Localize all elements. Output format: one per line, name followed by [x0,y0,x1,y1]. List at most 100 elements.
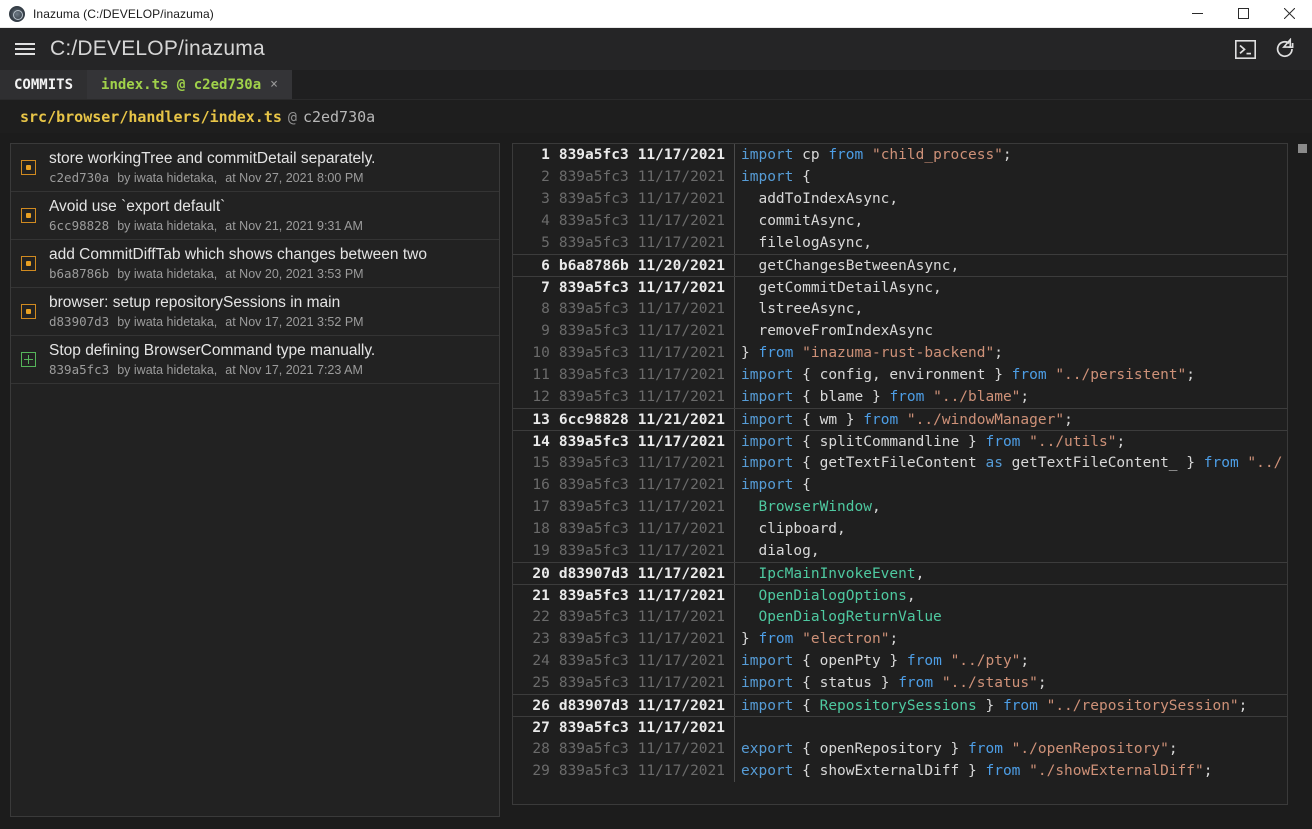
code-line-row[interactable]: 13 6cc98828 11/21/2021 import { wm } from "… [513,408,1287,430]
code-token-id: filelogAsync, [741,235,872,251]
commit-meta: b6a8786b by iwata hidetaka, at Nov 20, 202… [49,265,427,283]
commit-item-text: add CommitDiffTab which shows changes be… [49,245,427,283]
blame-commit-date: 11/17/2021 [637,609,725,625]
commit-list-item[interactable]: store workingTree and commitDetail separ… [11,144,499,192]
code-line-content: IpcMainInvokeEvent, [735,563,1287,584]
code-line-content: import { openPty } from "../pty"; [735,650,1287,672]
commit-meta: c2ed730a by iwata hidetaka, at Nov 27, 202… [49,169,376,187]
code-line-row[interactable]: 14 839a5fc3 11/17/2021 import { splitComman… [513,430,1287,452]
code-line-row[interactable]: 26 d83907d3 11/17/2021 import { RepositoryS… [513,694,1287,716]
code-line-row[interactable]: 19 839a5fc3 11/17/2021 dialog, [513,540,1287,562]
close-icon[interactable] [1266,0,1312,28]
header-actions [1232,36,1302,62]
blame-commit-hash: 839a5fc3 [558,653,629,669]
blame-commit-hash: d83907d3 [558,697,629,714]
blame-commit-date: 11/17/2021 [637,345,725,361]
commit-list[interactable]: store workingTree and commitDetail separ… [10,143,500,817]
code-line-content: import { status } from "../status"; [735,672,1287,694]
code-line-row[interactable]: 1 839a5fc3 11/17/2021 import cp from "child… [513,144,1287,166]
main-content: store workingTree and commitDetail separ… [0,133,1312,829]
commit-summary: Avoid use `export default` [49,197,226,215]
code-line-row[interactable]: 2 839a5fc3 11/17/2021 import { [513,166,1287,188]
minimize-icon[interactable] [1174,0,1220,28]
code-line-row[interactable]: 22 839a5fc3 11/17/2021 OpenDialogReturnVal… [513,606,1287,628]
code-line-row[interactable]: 23 839a5fc3 11/17/2021} from "electron"; [513,628,1287,650]
code-line-row[interactable]: 18 839a5fc3 11/17/2021 clipboard, [513,518,1287,540]
tab-strip-empty-area [292,70,1312,99]
code-token-punct: ; [1116,433,1126,450]
commit-list-item[interactable]: Stop defining BrowserCommand type manual… [11,336,499,384]
code-line-content: OpenDialogOptions, [735,585,1287,606]
blame-gutter: 9 839a5fc3 11/17/2021 [513,320,735,342]
code-line-row[interactable]: 11 839a5fc3 11/17/2021 import { config, env… [513,364,1287,386]
file-path-revision: c2ed730a [302,107,376,126]
line-number: 7 [541,279,550,296]
refresh-icon[interactable] [1272,36,1298,62]
commit-list-item[interactable]: browser: setup repositorySessions in mai… [11,288,499,336]
hamburger-menu-icon[interactable] [12,36,38,62]
line-number: 24 [532,653,550,669]
code-line-row[interactable]: 25 839a5fc3 11/17/2021 import { status } fr… [513,672,1287,694]
code-token-type: IpcMainInvokeEvent [741,565,916,582]
terminal-icon[interactable] [1232,36,1258,62]
code-line-row[interactable]: 15 839a5fc3 11/17/2021 import { getTextFile… [513,452,1287,474]
commit-hash: d83907d3 [49,313,110,329]
code-line-row[interactable]: 12 839a5fc3 11/17/2021 import { blame } fro… [513,386,1287,408]
code-line-content: lstreeAsync, [735,298,1287,320]
blame-gutter: 29 839a5fc3 11/17/2021 [513,760,735,782]
blame-commit-hash: 839a5fc3 [558,631,629,647]
code-token-punct: , [915,565,925,582]
code-token-id: openRepository [819,741,942,757]
code-line-row[interactable]: 28 839a5fc3 11/17/2021 export { openReposit… [513,738,1287,760]
code-line-row[interactable]: 8 839a5fc3 11/17/2021 lstreeAsync, [513,298,1287,320]
code-token-str: "../blame" [933,389,1021,405]
blame-commit-hash: 839a5fc3 [558,213,629,229]
code-token-punct: { [793,653,820,669]
blame-commit-date: 11/17/2021 [637,191,725,207]
code-line-row[interactable]: 9 839a5fc3 11/17/2021 removeFromIndexAsync [513,320,1287,342]
blame-commit-hash: 839a5fc3 [558,433,629,450]
blame-gutter: 7 839a5fc3 11/17/2021 [513,277,735,298]
code-line-row[interactable]: 27 839a5fc3 11/17/2021 [513,716,1287,738]
commit-hash: 6cc98828 [49,217,110,233]
code-line-row[interactable]: 5 839a5fc3 11/17/2021 filelogAsync, [513,232,1287,254]
code-token-punct [933,675,942,691]
code-line-row[interactable]: 16 839a5fc3 11/17/2021 import { [513,474,1287,496]
code-line-row[interactable]: 17 839a5fc3 11/17/2021 BrowserWindow, [513,496,1287,518]
tab-close-icon[interactable]: × [270,77,278,92]
code-line-row[interactable]: 29 839a5fc3 11/17/2021 export { showExterna… [513,760,1287,782]
commit-list-item[interactable]: add CommitDiffTab which shows changes be… [11,240,499,288]
code-scrollbar-thumb[interactable] [1298,144,1307,153]
line-number: 8 [541,301,550,317]
tab-commits[interactable]: COMMITS [0,70,88,99]
line-number: 17 [532,499,550,515]
blame-gutter: 2 839a5fc3 11/17/2021 [513,166,735,188]
commit-list-item[interactable]: Avoid use `export default` 6cc98828 by iwa… [11,192,499,240]
code-line-row[interactable]: 4 839a5fc3 11/17/2021 commitAsync, [513,210,1287,232]
maximize-icon[interactable] [1220,0,1266,28]
tab-file-index-ts[interactable]: index.ts @ c2ed730a × [87,70,292,99]
code-line-row[interactable]: 24 839a5fc3 11/17/2021 import { openPty } f… [513,650,1287,672]
code-line-row[interactable]: 6 b6a8786b 11/20/2021 getChangesBetweenAsy… [513,254,1287,276]
code-token-punct [1020,434,1029,450]
blame-commit-date: 11/17/2021 [637,477,725,493]
commit-date: at Nov 17, 2021 7:23 AM [225,362,363,377]
code-line-row[interactable]: 3 839a5fc3 11/17/2021 addToIndexAsync, [513,188,1287,210]
code-line-row[interactable]: 20 d83907d3 11/17/2021 IpcMainInvokeEvent, [513,562,1287,584]
code-vertical-scrollbar[interactable] [1297,143,1308,805]
commit-item-text: Stop defining BrowserCommand type manual… [49,341,375,379]
blame-gutter: 1 839a5fc3 11/17/2021 [513,144,735,166]
code-line-row[interactable]: 21 839a5fc3 11/17/2021 OpenDialogOptions, [513,584,1287,606]
blame-gutter: 22 839a5fc3 11/17/2021 [513,606,735,628]
code-line-row[interactable]: 7 839a5fc3 11/17/2021 getCommitDetailAsync… [513,276,1287,298]
blame-commit-hash: 839a5fc3 [558,367,629,383]
commit-item-text: browser: setup repositorySessions in mai… [49,293,364,331]
code-line-content: import cp from "child_process"; [735,144,1287,166]
code-line-row[interactable]: 10 839a5fc3 11/17/2021} from "inazuma-rust… [513,342,1287,364]
blame-code-view[interactable]: 1 839a5fc3 11/17/2021 import cp from "child… [512,143,1288,805]
line-number: 6 [541,257,550,274]
code-token-str: "inazuma-rust-backend" [802,345,995,361]
blame-commit-hash: 839a5fc3 [558,147,629,163]
blame-commit-date: 11/17/2021 [637,433,725,450]
window-title: Inazuma (C:/DEVELOP/inazuma) [33,6,214,21]
